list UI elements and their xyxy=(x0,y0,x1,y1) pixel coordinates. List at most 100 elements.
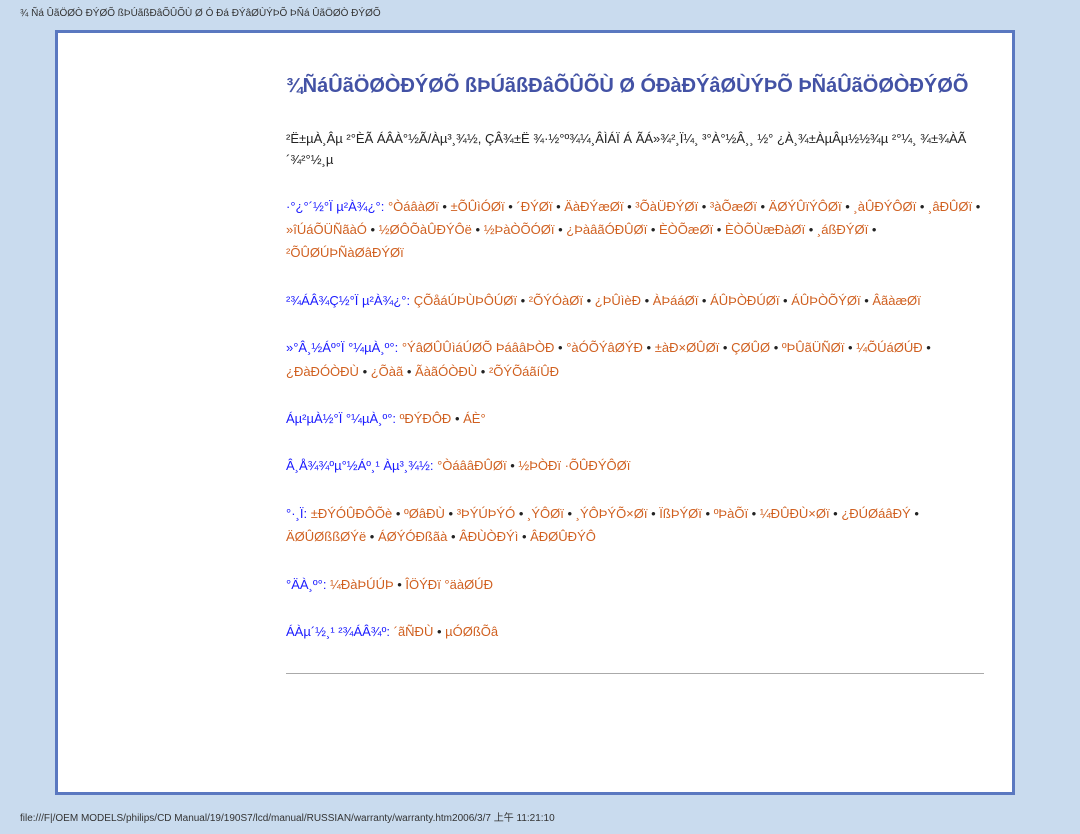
region-block-0: ·°¿°´½°Ï µ²À¾¿°: °ÒáâàØï • ±ÕÛìÓØï • ´ÐÝ… xyxy=(286,195,984,265)
region-link[interactable]: ÁØÝÓÐßãà xyxy=(378,529,447,544)
region-link[interactable]: ÎÖÝÐï °äàØÚÐ xyxy=(405,577,493,592)
region-link[interactable]: ÈÒÕæØï xyxy=(659,222,713,237)
page-content: ¾ÑáÛãÖØÒÐÝØÕ ßÞÚãßÐâÕÛÕÙ Ø ÓÐàÐÝâØÙÝÞÕ Þ… xyxy=(58,33,1012,792)
separator: • xyxy=(698,293,710,308)
intro-paragraph: ²Ë±µÀ¸Âµ ²°ÈÃ ÁÂÀ°½Ã/Àµ³¸¾½, ÇÂ¾±Ë ¾·½°º… xyxy=(286,129,984,171)
separator: • xyxy=(359,364,371,379)
region-items: ÇÕåáÚÞÙÞÔÚØï • ²ÕÝÓàØï • ¿ÞÛìèÐ • ÀÞááØï… xyxy=(414,293,921,308)
region-items: ´ãÑÐÙ • µÓØßÕâ xyxy=(394,624,499,639)
region-link[interactable]: ÏßÞÝØï xyxy=(659,506,702,521)
separator: • xyxy=(972,199,980,214)
region-link[interactable]: ÄØÝÛïÝÔØï xyxy=(769,199,842,214)
region-link[interactable]: ²ÕÛØÚÞÑàØâÐÝØï xyxy=(286,245,404,260)
separator: • xyxy=(648,506,660,521)
region-block-2: »°Â¸½Áº°Ï °¼µÀ¸º°: °ÝâØÛÛìáÚØÕ ÞáââÞÒÐ •… xyxy=(286,336,984,383)
region-link[interactable]: ÃàãÓÒÐÙ xyxy=(415,364,477,379)
separator: • xyxy=(366,529,378,544)
region-link[interactable]: ¸ÝÔØï xyxy=(527,506,564,521)
region-link[interactable]: ±ÕÛìÓØï xyxy=(450,199,504,214)
region-link[interactable]: ¼ÐÛÐÙ×Øï xyxy=(760,506,830,521)
region-label: °ÄÀ¸º°: xyxy=(286,577,330,592)
region-link[interactable]: ¿ÐàÐÓÒÐÙ xyxy=(286,364,359,379)
region-link[interactable]: ¸àÛÐÝÔØï xyxy=(853,199,916,214)
region-link[interactable]: ¼ÕÚáØÚÐ xyxy=(856,340,922,355)
region-link[interactable]: °ÒáâàØï xyxy=(388,199,439,214)
region-link[interactable]: ¿ÞàâãÓÐÛØï xyxy=(566,222,647,237)
region-link[interactable]: ÄàÐÝæØï xyxy=(564,199,623,214)
region-items: ¼ÐàÞÚÚÞ • ÎÖÝÐï °äàØÚÐ xyxy=(330,577,493,592)
separator: • xyxy=(830,506,842,521)
region-link[interactable]: ÇÕåáÚÞÙÞÔÚØï xyxy=(414,293,517,308)
separator: • xyxy=(564,506,576,521)
region-link[interactable]: ¸ÝÔÞÝÕ×Øï xyxy=(576,506,648,521)
separator: • xyxy=(505,199,517,214)
separator: • xyxy=(702,506,714,521)
region-link[interactable]: ¿ÐÚØáâÐÝ xyxy=(841,506,910,521)
separator: • xyxy=(842,199,854,214)
separator: • xyxy=(911,506,919,521)
region-label: ·°¿°´½°Ï µ²À¾¿°: xyxy=(286,199,388,214)
region-link[interactable]: ÈÒÕÙæÐàØï xyxy=(725,222,805,237)
separator: • xyxy=(447,529,459,544)
region-label: ÁÀµ´½¸¹ ²¾ÁÂ¾º: xyxy=(286,624,394,639)
separator: • xyxy=(719,340,731,355)
region-block-1: ²¾ÁÂ¾Ç½°Ï µ²À¾¿°: ÇÕåáÚÞÙÞÔÚØï • ²ÕÝÓàØï… xyxy=(286,289,984,312)
separator: • xyxy=(394,577,406,592)
separator: • xyxy=(583,293,595,308)
region-link[interactable]: ±ÐÝÓÛÐÔÕè xyxy=(311,506,393,521)
region-link[interactable]: ÁÛÞÒÐÚØï xyxy=(710,293,779,308)
region-link[interactable]: ºØâÐÙ xyxy=(404,506,445,521)
region-link[interactable]: ²ÕÝÓàØï xyxy=(529,293,583,308)
region-link[interactable]: ÁÛÞÒÕÝØï xyxy=(791,293,860,308)
region-link[interactable]: ÁÈ° xyxy=(463,411,486,426)
separator: • xyxy=(445,506,457,521)
region-link[interactable]: ½ÞÒÐï ·ÕÛÐÝÔØï xyxy=(518,458,630,473)
separator: • xyxy=(779,293,791,308)
region-link[interactable]: ÂÐÙÒÐÝì xyxy=(459,529,518,544)
separator: • xyxy=(805,222,817,237)
region-link[interactable]: ´ãÑÐÙ xyxy=(394,624,434,639)
region-link[interactable]: ³àÕæØï xyxy=(710,199,757,214)
region-link[interactable]: ¸âÐÛØï xyxy=(928,199,972,214)
region-link[interactable]: ¿Õàã xyxy=(371,364,404,379)
region-link[interactable]: ºÞÛãÜÑØï xyxy=(782,340,845,355)
region-link[interactable]: ºÐÝÐÔÐ xyxy=(400,411,452,426)
region-link[interactable]: ÇØÛØ xyxy=(731,340,770,355)
url-top: ¾ Ñá ÛãÖØÒ ÐÝØÕ ßÞÚãßÐâÕÛÕÙ Ø Ó Ðá ÐÝâØÙ… xyxy=(20,8,381,19)
region-link[interactable]: ³ÕàÜÐÝØï xyxy=(635,199,698,214)
region-label: ²¾ÁÂ¾Ç½°Ï µ²À¾¿°: xyxy=(286,293,414,308)
region-link[interactable]: ´ÐÝØï xyxy=(516,199,552,214)
separator: • xyxy=(624,199,636,214)
region-link[interactable]: »îÚáÕÜÑãàÓ xyxy=(286,222,367,237)
region-link[interactable]: ¿ÞÛìèÐ xyxy=(595,293,641,308)
region-items: °ÒáâàØï • ±ÕÛìÓØï • ´ÐÝØï • ÄàÐÝæØï • ³Õ… xyxy=(286,199,980,261)
region-link[interactable]: µÓØßÕâ xyxy=(445,624,498,639)
separator: • xyxy=(518,529,530,544)
region-link[interactable]: °àÓÕÝâØÝÐ xyxy=(566,340,643,355)
region-link[interactable]: ÂÐØÛÐÝÔ xyxy=(530,529,596,544)
region-items: °ÒáââÐÛØï • ½ÞÒÐï ·ÕÛÐÝÔØï xyxy=(437,458,630,473)
page-title: ¾ÑáÛãÖØÒÐÝØÕ ßÞÚãßÐâÕÛÕÙ Ø ÓÐàÐÝâØÙÝÞÕ Þ… xyxy=(286,73,984,99)
region-label: °·¸Ï: xyxy=(286,506,311,521)
region-link[interactable]: ³ÞÝÚÞÝÓ xyxy=(457,506,516,521)
region-link[interactable]: ÂãàæØï xyxy=(872,293,920,308)
region-link[interactable]: ²ÕÝÕáãíÛÐ xyxy=(489,364,559,379)
separator: • xyxy=(643,340,655,355)
page-frame: ¾ÑáÛãÖØÒÐÝØÕ ßÞÚãßÐâÕÛÕÙ Ø ÓÐàÐÝâØÙÝÞÕ Þ… xyxy=(55,30,1015,795)
region-link[interactable]: °ÝâØÛÛìáÚØÕ ÞáââÞÒÐ xyxy=(402,340,555,355)
region-link[interactable]: ½ÞàÒÕÓØï xyxy=(484,222,555,237)
region-link[interactable]: ÄØÛØßßØÝë xyxy=(286,529,366,544)
region-link[interactable]: ÀÞááØï xyxy=(653,293,699,308)
region-link[interactable]: ½ØÔÕàÛÐÝÔë xyxy=(379,222,472,237)
region-label: Â¸Å¾¾ºµ°½Áº¸¹ Àµ³¸¾½: xyxy=(286,458,437,473)
region-link[interactable]: ±àÐ×ØÛØï xyxy=(655,340,720,355)
separator: • xyxy=(552,199,564,214)
region-link[interactable]: ¼ÐàÞÚÚÞ xyxy=(330,577,394,592)
region-link[interactable]: ¸áßÐÝØï xyxy=(817,222,868,237)
region-link[interactable]: °ÒáââÐÛØï xyxy=(437,458,507,473)
region-block-4: Â¸Å¾¾ºµ°½Áº¸¹ Àµ³¸¾½: °ÒáââÐÛØï • ½ÞÒÐï … xyxy=(286,454,984,477)
separator: • xyxy=(748,506,760,521)
divider xyxy=(286,673,984,674)
region-link[interactable]: ºÞàÕï xyxy=(714,506,748,521)
separator: • xyxy=(554,340,566,355)
